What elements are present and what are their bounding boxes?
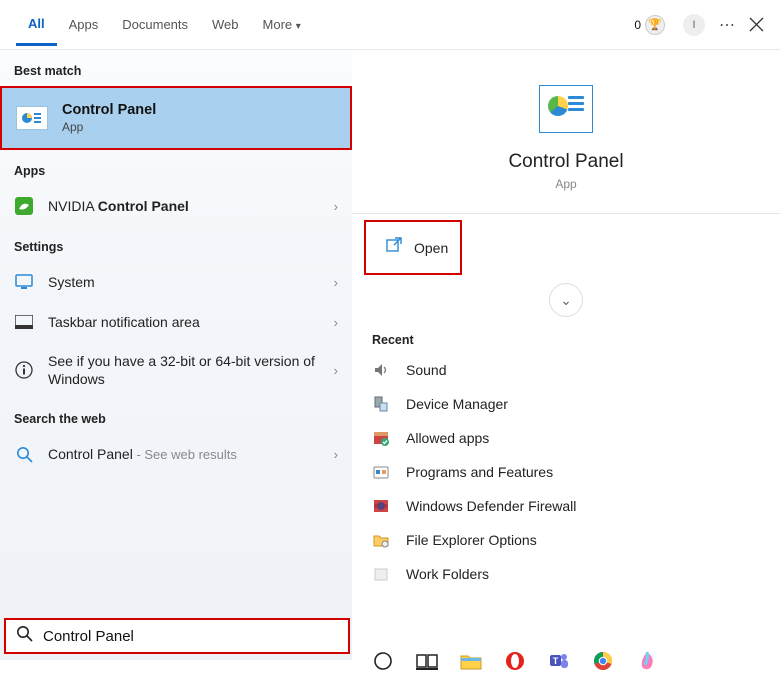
web-result-suffix: - See web results [133, 447, 237, 462]
recent-allowed-apps[interactable]: Allowed apps [352, 421, 780, 455]
recent-item-label: Allowed apps [406, 430, 489, 446]
section-title-best-match: Best match [0, 50, 352, 86]
chevron-right-icon: › [334, 199, 338, 214]
close-button[interactable] [749, 17, 764, 32]
section-title-settings: Settings [0, 226, 352, 262]
close-icon [749, 17, 764, 32]
result-nvidia-control-panel[interactable]: NVIDIA Control Panel › [0, 186, 352, 226]
monitor-icon [14, 272, 34, 292]
tab-all[interactable]: All [16, 4, 57, 46]
result-label: Taskbar notification area [48, 314, 320, 330]
open-icon [386, 237, 402, 258]
recent-item-label: Windows Defender Firewall [406, 498, 576, 514]
search-bar[interactable] [4, 618, 350, 654]
recent-item-label: File Explorer Options [406, 532, 537, 548]
nvidia-icon [14, 196, 34, 216]
programs-icon [372, 463, 390, 481]
recent-windows-defender-firewall[interactable]: Windows Defender Firewall [352, 489, 780, 523]
tab-apps[interactable]: Apps [57, 5, 111, 44]
recent-sound[interactable]: Sound [352, 353, 780, 387]
tab-more[interactable]: More ▾ [251, 5, 313, 44]
open-label: Open [414, 240, 448, 256]
file-explorer-icon[interactable] [458, 648, 484, 674]
more-options-button[interactable]: ⋯ [719, 15, 735, 35]
svg-text:T: T [553, 656, 559, 666]
detail-panel: Control Panel App Open ⌄ Recent Sound De… [352, 50, 780, 660]
work-folders-icon [372, 565, 390, 583]
speaker-icon [372, 361, 390, 379]
detail-title: Control Panel [352, 151, 780, 173]
opera-icon[interactable] [502, 648, 528, 674]
recent-title: Recent [352, 329, 780, 353]
chevron-right-icon: › [334, 315, 338, 330]
taskbar: T [358, 641, 780, 681]
recent-item-label: Sound [406, 362, 446, 378]
result-taskbar-notification-area[interactable]: Taskbar notification area › [0, 302, 352, 342]
results-panel: Best match Control Panel App Apps NVIDIA… [0, 50, 352, 660]
folder-options-icon [372, 531, 390, 549]
result-32-64-bit[interactable]: See if you have a 32-bit or 64-bit versi… [0, 342, 352, 398]
chrome-icon[interactable] [590, 648, 616, 674]
search-icon [16, 625, 33, 647]
best-match-title: Control Panel [62, 102, 156, 118]
recent-file-explorer-options[interactable]: File Explorer Options [352, 523, 780, 557]
open-button[interactable]: Open [364, 220, 462, 275]
rewards-count: 0 [634, 18, 641, 32]
task-view-icon[interactable] [414, 648, 440, 674]
taskbar-icon [14, 312, 34, 332]
best-match-subtitle: App [62, 120, 156, 134]
rewards-counter[interactable]: 0 🏆 [634, 15, 665, 35]
cortana-icon[interactable] [370, 648, 396, 674]
recent-work-folders[interactable]: Work Folders [352, 557, 780, 591]
expand-button[interactable]: ⌄ [549, 283, 583, 317]
chevron-down-icon: ⌄ [560, 292, 572, 309]
device-manager-icon [372, 395, 390, 413]
recent-item-label: Device Manager [406, 396, 508, 412]
user-avatar[interactable]: I [683, 14, 705, 36]
detail-subtitle: App [352, 177, 780, 191]
section-title-search-web: Search the web [0, 398, 352, 434]
recent-item-label: Work Folders [406, 566, 489, 582]
search-icon [14, 444, 34, 464]
tab-documents[interactable]: Documents [110, 5, 200, 44]
info-icon [14, 360, 34, 380]
search-tabs: All Apps Documents Web More ▾ 0 🏆 I ⋯ [0, 0, 780, 50]
paint-icon[interactable] [634, 648, 660, 674]
chevron-down-icon: ▾ [296, 21, 301, 32]
trophy-icon: 🏆 [645, 15, 665, 35]
control-panel-large-icon [539, 85, 593, 133]
best-match-text: Control Panel App [62, 102, 156, 134]
firewall-icon [372, 497, 390, 515]
result-label: See if you have a 32-bit or 64-bit versi… [48, 352, 320, 388]
control-panel-icon [16, 106, 48, 130]
result-label-bold: Control Panel [98, 198, 189, 214]
web-result-label: Control Panel [48, 446, 133, 462]
result-label-prefix: NVIDIA [48, 198, 98, 214]
chevron-right-icon: › [334, 447, 338, 462]
chevron-right-icon: › [334, 275, 338, 290]
chevron-right-icon: › [334, 363, 338, 378]
recent-device-manager[interactable]: Device Manager [352, 387, 780, 421]
recent-item-label: Programs and Features [406, 464, 553, 480]
result-system[interactable]: System › [0, 262, 352, 302]
section-title-apps: Apps [0, 150, 352, 186]
firewall-allow-icon [372, 429, 390, 447]
tab-web[interactable]: Web [200, 5, 251, 44]
result-label: System [48, 274, 320, 290]
recent-programs-features[interactable]: Programs and Features [352, 455, 780, 489]
result-web-search[interactable]: Control Panel - See web results › [0, 434, 352, 474]
teams-icon[interactable]: T [546, 648, 572, 674]
best-match-item[interactable]: Control Panel App [0, 86, 352, 150]
search-input[interactable] [43, 628, 338, 645]
